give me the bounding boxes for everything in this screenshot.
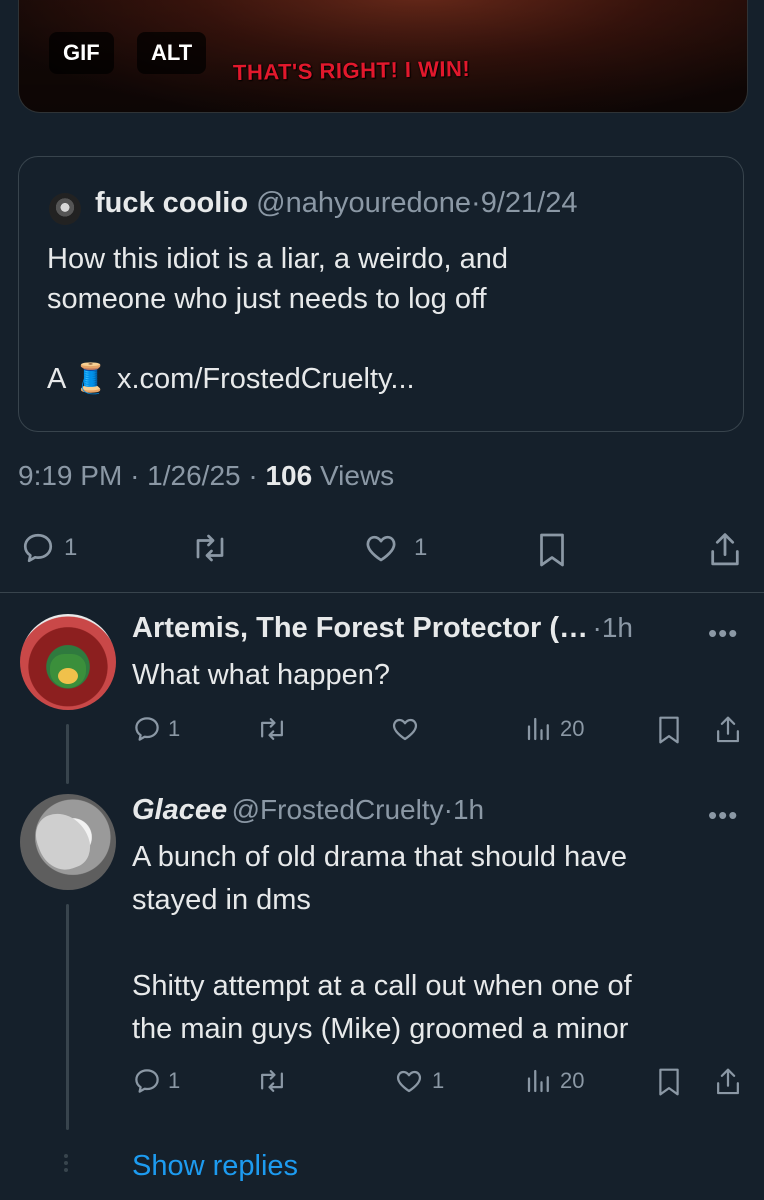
reply-icon	[135, 1069, 159, 1093]
avatar-figure	[29, 805, 97, 877]
reply-text: A bunch of old drama that should have st…	[132, 836, 732, 1051]
reply-time: 1h	[601, 612, 633, 643]
quoted-post-header: fuck coolio @nahyouredone·9/21/24	[95, 187, 577, 220]
alt-badge[interactable]: ALT	[137, 32, 207, 74]
reply-button[interactable]: 1	[20, 530, 77, 566]
thread-emoji-icon: 🧵	[72, 363, 109, 395]
reply-header: Glacee @FrostedCruelty·1h	[132, 794, 712, 827]
quoted-text-line: A 🧵 x.com/FrostedCruelty...	[47, 359, 727, 399]
post-action-bar: 1 1	[0, 530, 764, 570]
quoted-author-name[interactable]: fuck coolio	[95, 187, 248, 219]
like-button[interactable]: 1	[362, 530, 427, 566]
more-options-icon[interactable]: •••	[708, 618, 738, 649]
views-count: 20	[560, 1068, 585, 1093]
bookmark-button[interactable]	[654, 1066, 684, 1098]
repost-button[interactable]	[190, 530, 230, 566]
reply-author-name[interactable]: Artemis, The Forest Protector (…	[132, 612, 588, 644]
bookmark-icon	[540, 533, 564, 567]
reply-count: 1	[64, 534, 78, 561]
separator: ·	[592, 612, 602, 643]
quoted-text-line: someone who just needs to log off	[47, 283, 487, 315]
bookmark-button[interactable]	[534, 530, 570, 570]
quoted-author-avatar[interactable]	[49, 193, 81, 225]
repost-icon	[196, 534, 224, 562]
reply-text-line: A bunch of old drama that should have	[132, 841, 627, 873]
media-shade	[19, 0, 747, 112]
thread-line	[66, 904, 69, 1130]
quoted-post-text: How this idiot is a liar, a weirdo, and …	[47, 239, 727, 399]
quoted-post-date[interactable]: 9/21/24	[481, 187, 578, 219]
bookmark-button[interactable]	[654, 714, 684, 746]
reply-button[interactable]: 1	[132, 714, 180, 744]
thread-dots-icon	[60, 1154, 72, 1178]
divider	[0, 592, 764, 593]
repost-icon	[261, 1070, 283, 1092]
separator: ·	[248, 460, 258, 491]
share-button[interactable]	[706, 530, 744, 570]
heart-icon	[396, 1070, 422, 1093]
avatar-beak	[58, 668, 78, 684]
artemis-avatar[interactable]	[20, 614, 116, 710]
analytics-icon	[527, 717, 549, 741]
repost-button[interactable]	[256, 1066, 288, 1096]
share-icon	[717, 716, 739, 743]
glacee-avatar[interactable]	[20, 794, 116, 890]
views-button[interactable]: 20	[524, 1066, 584, 1096]
heart-icon	[366, 535, 396, 562]
share-button[interactable]	[712, 714, 744, 746]
post-date: 1/26/25	[147, 460, 241, 491]
reply-text-line: Shitty attempt at a call out when one of	[132, 970, 632, 1002]
reply-author-name[interactable]: Glacee	[132, 794, 227, 826]
thread-line	[66, 724, 69, 784]
separator: ·	[471, 187, 481, 219]
gif-caption: THAT'S RIGHT! I WIN!	[232, 55, 471, 86]
gif-badge: GIF	[49, 32, 114, 74]
reply-text: What what happen?	[132, 659, 390, 691]
share-icon	[711, 533, 739, 566]
reply-header: Artemis, The Forest Protector (… ·1h	[132, 612, 732, 645]
bookmark-icon	[659, 716, 679, 744]
reply-author-handle[interactable]: @FrostedCruelty	[232, 794, 444, 825]
quoted-text-prefix: A	[47, 363, 65, 395]
post-meta: 9:19 PM · 1/26/25 · 106 Views	[18, 460, 394, 492]
views-button[interactable]: 20	[524, 714, 584, 744]
quoted-author-handle[interactable]: @nahyouredone	[256, 187, 471, 219]
show-replies-link[interactable]: Show replies	[132, 1150, 298, 1183]
views-count: 20	[560, 716, 585, 741]
analytics-icon	[527, 1069, 549, 1093]
reply-text-line: the main guys (Mike) groomed a minor	[132, 1013, 629, 1045]
quoted-post[interactable]: fuck coolio @nahyouredone·9/21/24 How th…	[18, 156, 744, 432]
quoted-link[interactable]: x.com/FrostedCruelty...	[117, 363, 415, 395]
repost-button[interactable]	[256, 714, 288, 744]
reply-count: 1	[168, 716, 181, 741]
like-count: 1	[432, 1068, 445, 1093]
like-button[interactable]: 1	[394, 1066, 444, 1096]
reply-icon	[135, 717, 159, 741]
share-icon	[717, 1068, 739, 1095]
post-time: 9:19 PM	[18, 460, 123, 491]
more-options-icon[interactable]: •••	[708, 800, 738, 831]
bookmark-icon	[659, 1068, 679, 1096]
gif-media[interactable]: GIF ALT THAT'S RIGHT! I WIN!	[18, 0, 748, 113]
like-button[interactable]	[390, 714, 420, 744]
reply-time: 1h	[452, 794, 485, 825]
reply-text-line: stayed in dms	[132, 884, 311, 916]
repost-icon	[261, 718, 283, 740]
reply-count: 1	[168, 1068, 181, 1093]
heart-icon	[392, 718, 418, 741]
share-button[interactable]	[712, 1066, 744, 1098]
views-label: Views	[319, 460, 395, 491]
reply-icon	[23, 533, 53, 563]
quoted-text-line: How this idiot is a liar, a weirdo, and	[47, 243, 508, 275]
views-count: 106	[265, 460, 313, 491]
separator: ·	[130, 460, 140, 491]
separator: ·	[443, 794, 453, 825]
like-count: 1	[414, 534, 428, 561]
reply-button[interactable]: 1	[132, 1066, 180, 1096]
